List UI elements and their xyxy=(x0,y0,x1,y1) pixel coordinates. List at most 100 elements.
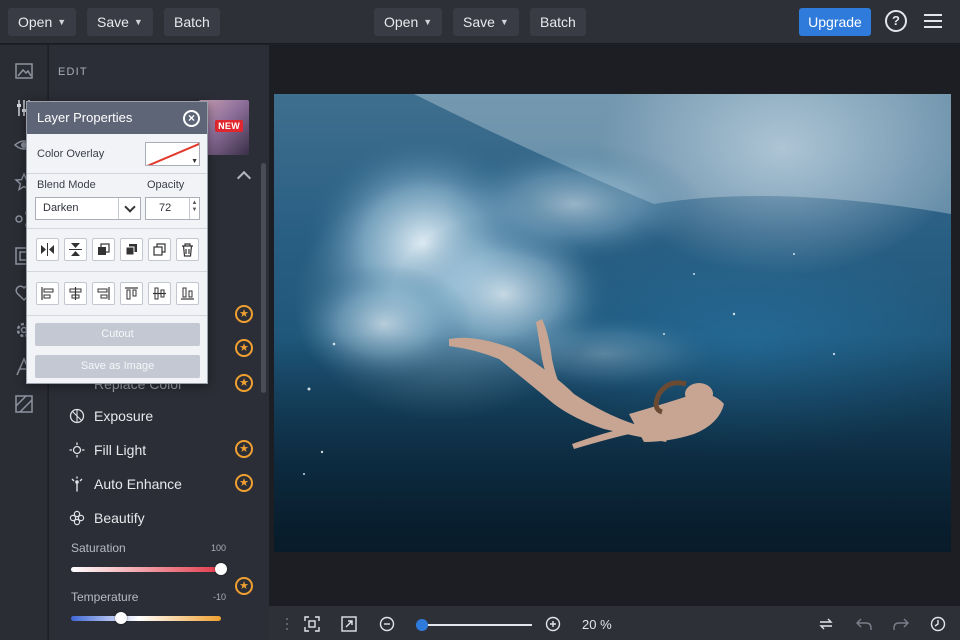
batch-label: Batch xyxy=(174,14,210,30)
opacity-label: Opacity xyxy=(147,179,185,191)
saturation-slider-knob[interactable] xyxy=(215,563,227,575)
save-label: Save xyxy=(463,14,495,30)
premium-star-icon: ★ xyxy=(235,305,253,323)
tool-label: Beautify xyxy=(94,510,145,526)
divider xyxy=(27,271,207,272)
opacity-input[interactable]: 72 ▲ ▼ xyxy=(145,197,200,220)
divider xyxy=(27,315,207,316)
batch-button[interactable]: Batch xyxy=(164,8,220,36)
panel-title: EDIT xyxy=(58,66,88,78)
swap-icon[interactable] xyxy=(818,616,834,632)
flower-icon xyxy=(69,510,85,526)
temperature-slider-knob[interactable] xyxy=(114,612,127,624)
temperature-slider[interactable] xyxy=(71,616,221,621)
zoom-slider-knob[interactable] xyxy=(416,619,428,631)
upgrade-button[interactable]: Upgrade xyxy=(799,8,871,36)
flip-vertical-icon[interactable] xyxy=(64,238,87,261)
align-left-icon[interactable] xyxy=(36,282,59,305)
save-as-image-button[interactable]: Save as Image xyxy=(35,355,200,378)
temperature-label: Temperature xyxy=(71,590,139,604)
batch-button-center[interactable]: Batch xyxy=(530,8,586,36)
chevron-up-icon[interactable] xyxy=(236,170,252,186)
blend-mode-select[interactable]: Darken xyxy=(35,197,141,220)
magic-wand-icon xyxy=(71,476,83,492)
swatch-dropdown-icon: ▼ xyxy=(191,158,198,165)
save-label: Save xyxy=(97,14,129,30)
divider xyxy=(27,228,207,229)
dialog-title: Layer Properties xyxy=(37,110,133,125)
tool-row-auto-enhance[interactable]: Auto Enhance ★ xyxy=(49,469,261,499)
zoom-out-icon[interactable] xyxy=(379,616,395,632)
align-bottom-icon[interactable] xyxy=(176,282,199,305)
close-icon[interactable]: × xyxy=(183,110,200,127)
open-label: Open xyxy=(384,14,419,30)
align-top-icon[interactable] xyxy=(120,282,143,305)
premium-star-icon: ★ xyxy=(235,374,253,392)
chevron-down-icon[interactable] xyxy=(118,198,140,219)
chevron-down-icon: ▼ xyxy=(423,17,433,27)
saturation-label: Saturation xyxy=(71,541,126,555)
tool-row-fill-light[interactable]: Fill Light ★ xyxy=(49,435,261,465)
expand-icon[interactable] xyxy=(341,616,357,632)
tool-row-exposure[interactable]: Exposure xyxy=(49,401,261,431)
batch-label: Batch xyxy=(540,14,576,30)
align-right-icon[interactable] xyxy=(92,282,115,305)
dialog-header[interactable]: Layer Properties xyxy=(27,102,207,134)
premium-star-icon: ★ xyxy=(235,474,253,492)
chevron-down-icon: ▼ xyxy=(133,17,143,27)
tool-label: Exposure xyxy=(94,408,154,424)
saturation-slider[interactable] xyxy=(71,567,221,572)
flip-horizontal-icon[interactable] xyxy=(36,238,59,261)
hamburger-menu-icon[interactable] xyxy=(924,13,942,29)
saturation-value: 100 xyxy=(210,543,226,553)
open-button[interactable]: Open ▼ xyxy=(8,8,77,36)
fit-screen-icon[interactable] xyxy=(304,616,320,632)
exposure-icon xyxy=(69,408,85,424)
photo-artwork xyxy=(274,94,951,552)
divider xyxy=(27,173,207,174)
opacity-value: 72 xyxy=(159,202,172,214)
sun-icon xyxy=(69,442,85,458)
premium-star-icon: ★ xyxy=(235,440,253,458)
chevron-down-icon: ▼ xyxy=(57,17,67,27)
temperature-value: -10 xyxy=(212,592,226,602)
color-overlay-swatch[interactable]: ▼ xyxy=(145,142,200,166)
tool-label: Auto Enhance xyxy=(94,476,182,492)
zoom-percent: 20 % xyxy=(582,617,612,632)
top-toolbar: Open ▼ Save ▼ Batch Open ▼ Save ▼ Batch Upgr… xyxy=(0,0,960,44)
undo-icon[interactable] xyxy=(856,616,872,632)
open-button-center[interactable]: Open ▼ xyxy=(374,8,443,36)
zoom-in-icon[interactable] xyxy=(545,616,561,632)
history-icon[interactable] xyxy=(930,616,946,632)
new-badge: NEW xyxy=(215,120,243,132)
align-middle-icon[interactable] xyxy=(148,282,171,305)
color-overlay-label: Color Overlay xyxy=(37,148,105,160)
tool-row-beautify[interactable]: Beautify xyxy=(49,503,261,533)
tool-label: Fill Light xyxy=(94,442,147,458)
bring-forward-icon[interactable] xyxy=(92,238,115,261)
open-label: Open xyxy=(18,14,53,30)
texture-icon[interactable] xyxy=(14,394,34,414)
layer-properties-dialog: Layer Properties × Color Overlay ▼ Blend… xyxy=(26,101,208,384)
zoom-slider[interactable] xyxy=(416,624,532,626)
premium-star-icon: ★ xyxy=(235,577,253,595)
align-center-horizontal-icon[interactable] xyxy=(64,282,87,305)
send-backward-icon[interactable] xyxy=(120,238,143,261)
panel-scrollbar[interactable] xyxy=(261,163,266,393)
opacity-stepper-icon[interactable]: ▲ ▼ xyxy=(189,198,199,219)
chevron-down-icon: ▼ xyxy=(499,17,509,27)
cutout-button[interactable]: Cutout xyxy=(35,323,200,346)
underwater-photo[interactable] xyxy=(274,94,951,552)
delete-icon[interactable] xyxy=(176,238,199,261)
premium-star-icon: ★ xyxy=(235,339,253,357)
blend-mode-label: Blend Mode xyxy=(37,179,96,191)
drag-handle-icon[interactable] xyxy=(279,616,288,632)
bottom-toolbar: 20 % xyxy=(269,605,960,640)
duplicate-icon[interactable] xyxy=(148,238,171,261)
save-button[interactable]: Save ▼ xyxy=(87,8,153,36)
help-icon[interactable]: ? xyxy=(885,10,907,32)
redo-icon[interactable] xyxy=(893,616,909,632)
canvas-area xyxy=(269,45,960,605)
save-button-center[interactable]: Save ▼ xyxy=(453,8,519,36)
image-icon[interactable] xyxy=(14,61,34,81)
